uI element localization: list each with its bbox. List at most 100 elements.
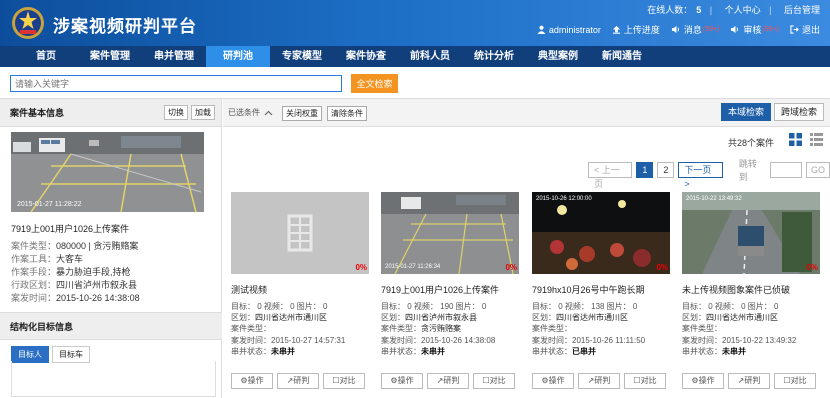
card-actions: ⚙操作 ↗研判 ☐对比 <box>682 373 820 389</box>
case-card[interactable]: 0% 测试视频 目标： 0 视频： 0 图片： 0 区划：四川省达州市通川区 案… <box>231 192 369 390</box>
review-badge: (99+) <box>762 26 779 33</box>
compare-checkbox[interactable]: ☐对比 <box>774 373 816 389</box>
nav-merge-management[interactable]: 串并管理 <box>142 46 206 67</box>
list-view-icon[interactable] <box>810 133 823 146</box>
svg-text:2015-10-22 13:49:32: 2015-10-22 13:49:32 <box>686 196 742 202</box>
upload-progress-button[interactable]: 上传进度 <box>612 23 660 36</box>
operate-button[interactable]: ⚙操作 <box>532 373 574 389</box>
video-thumbnail[interactable]: 2015-01-27 11:26:34 0% <box>381 192 519 274</box>
operate-button[interactable]: ⚙操作 <box>682 373 724 389</box>
case-info-header: 案件基本信息 切换 加载 <box>0 99 221 127</box>
region-label: 区划： <box>682 313 706 323</box>
top-status-row: 在线人数： 5 | 个人中心 | 后台管理 <box>643 3 820 16</box>
card-time-row: 案发时间：2015-10-26 11:11:50 <box>532 335 645 346</box>
user-icon <box>537 25 546 34</box>
type-label: 案件类型： <box>231 324 271 334</box>
operate-button[interactable]: ⚙操作 <box>381 373 423 389</box>
case-card[interactable]: 2015-01-27 11:26:34 0% 7919上001用户1026上传案… <box>381 192 519 390</box>
card-counts: 目标： 0 视频： 0 图片： 0 <box>231 302 328 311</box>
admin-panel-link[interactable]: 后台管理 <box>784 5 820 15</box>
operate-label: 操作 <box>548 376 565 385</box>
compare-checkbox[interactable]: ☐对比 <box>473 373 515 389</box>
info-value: 大客车 <box>56 254 84 264</box>
case-thumbnail[interactable]: 2015-01-27 11:28:22 <box>11 132 204 212</box>
nav-analysis-pool[interactable]: 研判池 <box>206 46 270 67</box>
region-value: 四川省达州市通川区 <box>556 313 628 323</box>
review-button[interactable]: 审核 (99+) <box>730 23 779 36</box>
nav-typical-cases[interactable]: 典型案例 <box>526 46 590 67</box>
nav-case-management[interactable]: 案件管理 <box>78 46 142 67</box>
grid-view-icon[interactable] <box>789 133 802 146</box>
case-card[interactable]: 2015-10-26 12:00:00 0% 7919hx10月26号中午跑长期… <box>532 192 670 390</box>
jump-page-input[interactable] <box>769 162 802 178</box>
operate-label: 操作 <box>698 376 715 385</box>
local-search-button[interactable]: 本域检索 <box>721 103 772 121</box>
case-card[interactable]: 2015-10-22 13:49:32 0% 未上传视频图象案件已侦破 目标： … <box>682 192 820 390</box>
card-title[interactable]: 7919上001用户1026上传案件 <box>381 283 499 296</box>
info-row: 行政区划：四川省泸州市叙永县 <box>11 279 140 292</box>
nav-statistics[interactable]: 统计分析 <box>462 46 526 67</box>
video-thumbnail[interactable]: 0% <box>231 192 369 274</box>
info-key: 作案工具： <box>11 254 57 264</box>
switch-button[interactable]: 切换 <box>164 105 188 120</box>
go-button[interactable]: GO <box>805 162 830 178</box>
judge-button[interactable]: ↗研判 <box>728 373 770 389</box>
judge-button[interactable]: ↗研判 <box>578 373 620 389</box>
nav-case-assist[interactable]: 案件协查 <box>334 46 398 67</box>
case-title: 7919上001用户1026上传案件 <box>11 224 130 234</box>
card-title[interactable]: 7919hx10月26号中午跑长期 <box>532 283 645 296</box>
compare-checkbox[interactable]: ☐对比 <box>323 373 365 389</box>
status-value: 未串并 <box>421 346 445 356</box>
compare-label: 对比 <box>489 376 506 385</box>
region-value: 四川省泸州市叙永县 <box>405 313 477 323</box>
info-value: 2015-10-26 14:38:08 <box>56 293 140 303</box>
road-truck-scene: 2015-10-22 13:49:32 <box>682 192 820 274</box>
nav-expert-model[interactable]: 专家模型 <box>270 46 334 67</box>
next-page-button[interactable]: 下一页 > <box>678 162 723 189</box>
logout-button[interactable]: 退出 <box>790 23 820 36</box>
compare-label: 对比 <box>790 376 807 385</box>
prev-page-button[interactable]: < 上一页 <box>588 162 633 189</box>
judge-label: 研判 <box>293 376 310 385</box>
card-title[interactable]: 测试视频 <box>231 283 267 296</box>
cross-domain-search-button[interactable]: 跨域检索 <box>774 103 825 121</box>
load-button[interactable]: 加载 <box>191 105 215 120</box>
info-value: 080000 | 贪污贿赂案 <box>56 241 139 251</box>
progress-percent: 0% <box>806 263 818 272</box>
search-input[interactable] <box>10 75 342 92</box>
card-title[interactable]: 未上传视频图象案件已侦破 <box>682 283 790 296</box>
target-tab-content <box>11 361 216 397</box>
info-row: 作案手段：暴力胁迫手段,持枪 <box>11 266 140 279</box>
nav-home[interactable]: 首页 <box>14 46 78 67</box>
nav-prior-offenders[interactable]: 前科人员 <box>398 46 462 67</box>
judge-button[interactable]: ↗研判 <box>277 373 319 389</box>
svg-text:2015-01-27 11:28:22: 2015-01-27 11:28:22 <box>17 201 82 208</box>
fulltext-search-button[interactable]: 全文检索 <box>351 74 398 93</box>
selected-conditions[interactable]: 已选条件 <box>228 107 273 118</box>
clear-conditions-button[interactable]: 清除条件 <box>327 106 367 121</box>
info-key: 行政区划： <box>11 280 57 290</box>
compare-checkbox[interactable]: ☐对比 <box>624 373 666 389</box>
page-1-button[interactable]: 1 <box>636 162 654 178</box>
svg-text:2015-10-26 12:00:00: 2015-10-26 12:00:00 <box>536 196 592 202</box>
gear-icon: ⚙ <box>541 376 549 385</box>
svg-text:2015-01-27 11:26:34: 2015-01-27 11:26:34 <box>385 264 441 270</box>
judge-button[interactable]: ↗研判 <box>427 373 469 389</box>
video-thumbnail[interactable]: 2015-10-22 13:49:32 0% <box>682 192 820 274</box>
region-label: 区划： <box>231 313 255 323</box>
user-menu[interactable]: administrator <box>537 25 601 35</box>
info-row: 案发时间：2015-10-26 14:38:08 <box>11 292 140 305</box>
personal-center-link[interactable]: 个人中心 <box>725 5 761 15</box>
type-label: 案件类型： <box>682 324 722 334</box>
checkbox-icon: ☐ <box>332 376 340 385</box>
message-button[interactable]: 消息 (99+) <box>671 23 719 36</box>
time-value: 2015-10-26 14:38:08 <box>421 335 496 345</box>
operate-button[interactable]: ⚙操作 <box>231 373 273 389</box>
nav-news[interactable]: 新闻通告 <box>590 46 654 67</box>
time-value: 2015-10-22 13:49:32 <box>722 335 797 345</box>
page-2-button[interactable]: 2 <box>657 162 675 178</box>
close-weight-button[interactable]: 关闭权重 <box>282 106 322 121</box>
type-label: 案件类型： <box>532 324 572 334</box>
video-thumbnail[interactable]: 2015-10-26 12:00:00 0% <box>532 192 670 274</box>
status-value: 未串并 <box>271 346 295 356</box>
